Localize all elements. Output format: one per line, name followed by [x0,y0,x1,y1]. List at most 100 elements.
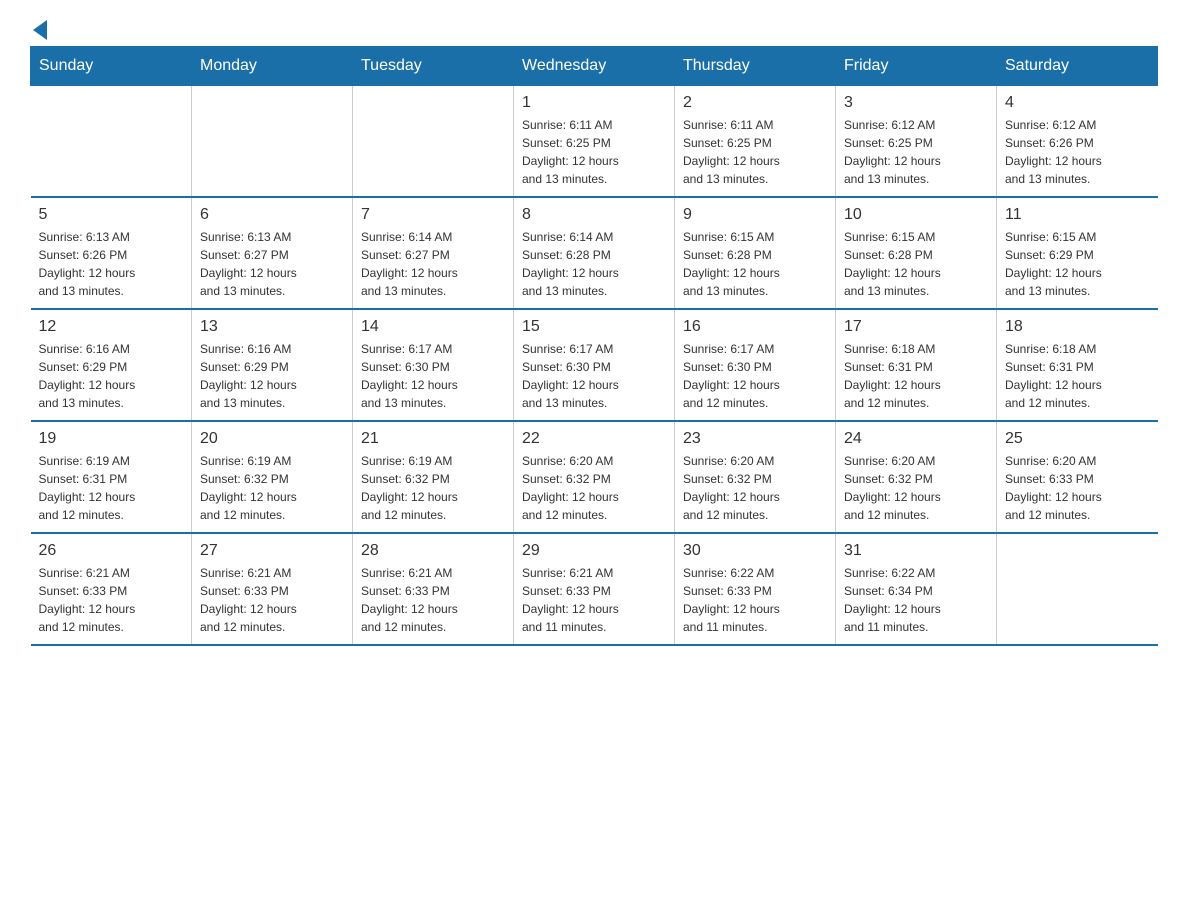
calendar-cell: 19 Sunrise: 6:19 AM Sunset: 6:31 PM Dayli… [31,421,192,533]
calendar-cell: 10Sunrise: 6:15 AM Sunset: 6:28 PM Dayli… [836,197,997,309]
day-number: 15 [522,318,666,336]
day-info: Sunrise: 6:20 AM Sunset: 6:32 PM Dayligh… [683,452,827,524]
day-number: 3 [844,94,988,112]
weekday-header-sunday: Sunday [31,47,192,86]
day-number: 30 [683,542,827,560]
calendar-cell: 14 Sunrise: 6:17 AM Sunset: 6:30 PM Dayli… [353,309,514,421]
calendar-week-row: 19 Sunrise: 6:19 AM Sunset: 6:31 PM Dayli… [31,421,1158,533]
calendar-cell: 18Sunrise: 6:18 AM Sunset: 6:31 PM Dayli… [997,309,1158,421]
calendar-cell: 31Sunrise: 6:22 AM Sunset: 6:34 PM Dayli… [836,533,997,645]
calendar-cell: 15 Sunrise: 6:17 AM Sunset: 6:30 PM Dayli… [514,309,675,421]
day-info: Sunrise: 6:13 AM Sunset: 6:26 PM Dayligh… [39,228,184,300]
day-info: Sunrise: 6:17 AM Sunset: 6:30 PM Dayligh… [522,340,666,412]
day-number: 13 [200,318,344,336]
calendar-cell: 30 Sunrise: 6:22 AM Sunset: 6:33 PM Dayli… [675,533,836,645]
day-info: Sunrise: 6:20 AM Sunset: 6:32 PM Dayligh… [844,452,988,524]
calendar-cell: 12Sunrise: 6:16 AM Sunset: 6:29 PM Dayli… [31,309,192,421]
day-number: 12 [39,318,184,336]
calendar-cell: 4Sunrise: 6:12 AM Sunset: 6:26 PM Daylig… [997,86,1158,198]
calendar-header: SundayMondayTuesdayWednesdayThursdayFrid… [31,47,1158,86]
day-number: 16 [683,318,827,336]
calendar-cell: 20 Sunrise: 6:19 AM Sunset: 6:32 PM Dayli… [192,421,353,533]
weekday-header-thursday: Thursday [675,47,836,86]
day-info: Sunrise: 6:21 AM Sunset: 6:33 PM Dayligh… [39,564,184,636]
calendar-cell: 6 Sunrise: 6:13 AM Sunset: 6:27 PM Daylig… [192,197,353,309]
calendar-cell: 13 Sunrise: 6:16 AM Sunset: 6:29 PM Dayli… [192,309,353,421]
day-info: Sunrise: 6:11 AM Sunset: 6:25 PM Dayligh… [683,116,827,188]
day-info: Sunrise: 6:21 AM Sunset: 6:33 PM Dayligh… [522,564,666,636]
day-number: 19 [39,430,184,448]
day-number: 21 [361,430,505,448]
calendar-week-row: 12 Sunrise: 6:16 AM Sunset: 6:29 PM Dayli… [31,309,1158,421]
calendar-cell: 17 Sunrise: 6:18 AM Sunset: 6:31 PM Dayli… [836,309,997,421]
day-info: Sunrise: 6:18 AM Sunset: 6:31 PM Dayligh… [844,340,988,412]
calendar-cell: 25Sunrise: 6:20 AM Sunset: 6:33 PM Dayli… [997,421,1158,533]
day-info: Sunrise: 6:13 AM Sunset: 6:27 PM Dayligh… [200,228,344,300]
calendar-cell: 8 Sunrise: 6:14 AM Sunset: 6:28 PM Daylig… [514,197,675,309]
calendar-cell: 9 Sunrise: 6:15 AM Sunset: 6:28 PM Daylig… [675,197,836,309]
page-header [30,20,1158,36]
day-info: Sunrise: 6:22 AM Sunset: 6:33 PM Dayligh… [683,564,827,636]
day-number: 22 [522,430,666,448]
day-number: 28 [361,542,505,560]
day-info: Sunrise: 6:17 AM Sunset: 6:30 PM Dayligh… [683,340,827,412]
day-number: 24 [844,430,988,448]
weekday-header-monday: Monday [192,47,353,86]
weekday-header-friday: Friday [836,47,997,86]
day-info: Sunrise: 6:15 AM Sunset: 6:28 PM Dayligh… [683,228,827,300]
day-info: Sunrise: 6:14 AM Sunset: 6:27 PM Dayligh… [361,228,505,300]
calendar-cell: 28Sunrise: 6:21 AM Sunset: 6:33 PM Dayli… [353,533,514,645]
calendar-body: 1 Sunrise: 6:11 AM Sunset: 6:25 PM Daylig… [31,86,1158,646]
day-number: 8 [522,206,666,224]
day-info: Sunrise: 6:22 AM Sunset: 6:34 PM Dayligh… [844,564,988,636]
day-info: Sunrise: 6:21 AM Sunset: 6:33 PM Dayligh… [200,564,344,636]
day-info: Sunrise: 6:11 AM Sunset: 6:25 PM Dayligh… [522,116,666,188]
day-info: Sunrise: 6:19 AM Sunset: 6:31 PM Dayligh… [39,452,184,524]
calendar-table: SundayMondayTuesdayWednesdayThursdayFrid… [30,46,1158,646]
day-number: 26 [39,542,184,560]
calendar-week-row: 5 Sunrise: 6:13 AM Sunset: 6:26 PM Daylig… [31,197,1158,309]
day-number: 18 [1005,318,1150,336]
calendar-cell [997,533,1158,645]
weekday-header-saturday: Saturday [997,47,1158,86]
calendar-cell [192,86,353,198]
calendar-week-row: 26 Sunrise: 6:21 AM Sunset: 6:33 PM Dayli… [31,533,1158,645]
weekday-header-wednesday: Wednesday [514,47,675,86]
calendar-cell: 26 Sunrise: 6:21 AM Sunset: 6:33 PM Dayli… [31,533,192,645]
day-number: 25 [1005,430,1150,448]
day-number: 20 [200,430,344,448]
day-info: Sunrise: 6:12 AM Sunset: 6:26 PM Dayligh… [1005,116,1150,188]
calendar-cell: 23Sunrise: 6:20 AM Sunset: 6:32 PM Dayli… [675,421,836,533]
day-number: 5 [39,206,184,224]
day-number: 17 [844,318,988,336]
day-info: Sunrise: 6:16 AM Sunset: 6:29 PM Dayligh… [200,340,344,412]
day-number: 1 [522,94,666,112]
day-number: 14 [361,318,505,336]
day-info: Sunrise: 6:12 AM Sunset: 6:25 PM Dayligh… [844,116,988,188]
day-number: 10 [844,206,988,224]
calendar-cell: 22 Sunrise: 6:20 AM Sunset: 6:32 PM Dayli… [514,421,675,533]
day-number: 7 [361,206,505,224]
weekday-header-tuesday: Tuesday [353,47,514,86]
calendar-cell [353,86,514,198]
day-info: Sunrise: 6:17 AM Sunset: 6:30 PM Dayligh… [361,340,505,412]
calendar-cell: 11 Sunrise: 6:15 AM Sunset: 6:29 PM Dayli… [997,197,1158,309]
calendar-cell: 2Sunrise: 6:11 AM Sunset: 6:25 PM Daylig… [675,86,836,198]
day-info: Sunrise: 6:19 AM Sunset: 6:32 PM Dayligh… [200,452,344,524]
day-number: 11 [1005,206,1150,224]
calendar-cell: 16 Sunrise: 6:17 AM Sunset: 6:30 PM Dayli… [675,309,836,421]
day-info: Sunrise: 6:20 AM Sunset: 6:32 PM Dayligh… [522,452,666,524]
day-number: 6 [200,206,344,224]
day-info: Sunrise: 6:15 AM Sunset: 6:29 PM Dayligh… [1005,228,1150,300]
day-number: 27 [200,542,344,560]
day-info: Sunrise: 6:14 AM Sunset: 6:28 PM Dayligh… [522,228,666,300]
calendar-cell: 3 Sunrise: 6:12 AM Sunset: 6:25 PM Daylig… [836,86,997,198]
calendar-cell: 24 Sunrise: 6:20 AM Sunset: 6:32 PM Dayli… [836,421,997,533]
day-number: 9 [683,206,827,224]
calendar-cell: 29 Sunrise: 6:21 AM Sunset: 6:33 PM Dayli… [514,533,675,645]
calendar-cell: 5 Sunrise: 6:13 AM Sunset: 6:26 PM Daylig… [31,197,192,309]
day-number: 29 [522,542,666,560]
logo [30,20,47,36]
weekday-header-row: SundayMondayTuesdayWednesdayThursdayFrid… [31,47,1158,86]
calendar-cell: 7 Sunrise: 6:14 AM Sunset: 6:27 PM Daylig… [353,197,514,309]
